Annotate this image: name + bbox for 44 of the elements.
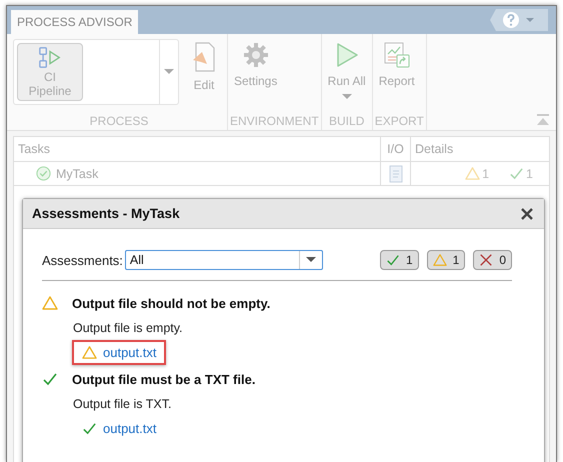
section-title: BUILD <box>328 114 366 130</box>
check-icon <box>509 166 524 181</box>
warning-icon <box>42 295 58 311</box>
pipeline-icon <box>37 46 63 70</box>
section-title: PROCESS <box>88 114 150 130</box>
file-link[interactable]: output.txt <box>72 340 166 365</box>
gear-icon <box>242 42 269 68</box>
task-name: MyTask <box>56 166 98 180</box>
warning-count: 1 <box>482 166 490 180</box>
column-header: I/O <box>381 137 411 161</box>
caret-icon <box>164 69 174 75</box>
assessment-filter-combobox[interactable]: All <box>124 250 323 270</box>
count-filter-button[interactable]: 1 <box>380 250 419 270</box>
assessment-title: Output file must be a TXT file. <box>72 372 256 386</box>
help-button[interactable] <box>490 9 548 31</box>
close-button[interactable] <box>519 206 535 222</box>
check-icon <box>386 253 400 267</box>
app-tab[interactable]: PROCESS ADVISOR <box>11 10 138 34</box>
pass-count: 1 <box>526 166 533 180</box>
dialog-title: Assessments - MyTask <box>32 206 180 221</box>
column-header: Details <box>414 141 454 158</box>
check-icon <box>82 421 97 436</box>
file-link[interactable]: output.txt <box>72 416 166 441</box>
warning-icon <box>82 345 97 360</box>
count-filter-button[interactable]: 1 <box>426 250 466 270</box>
collapse-icon[interactable] <box>536 114 550 126</box>
caret-icon <box>342 94 352 100</box>
report-icon <box>384 42 410 68</box>
count-filter-button[interactable]: 0 <box>473 250 512 270</box>
filter-label: Assessments: <box>42 252 123 268</box>
assessment-detail: Output file is TXT. <box>73 397 172 411</box>
section-title: ENVIRONMENT <box>230 114 319 130</box>
assessment-detail: Output file is empty. <box>73 321 184 335</box>
column-header: Tasks <box>14 137 381 161</box>
caret-icon <box>306 257 316 263</box>
document-icon <box>192 42 216 72</box>
cross-icon <box>479 253 494 267</box>
warning-icon <box>465 166 480 181</box>
file-icon[interactable] <box>388 164 402 182</box>
section-title: EXPORT <box>374 114 424 130</box>
check-icon <box>42 371 58 387</box>
play-icon <box>334 42 359 68</box>
warning-icon <box>432 253 447 267</box>
assessment-title: Output file should not be empty. <box>72 296 270 310</box>
